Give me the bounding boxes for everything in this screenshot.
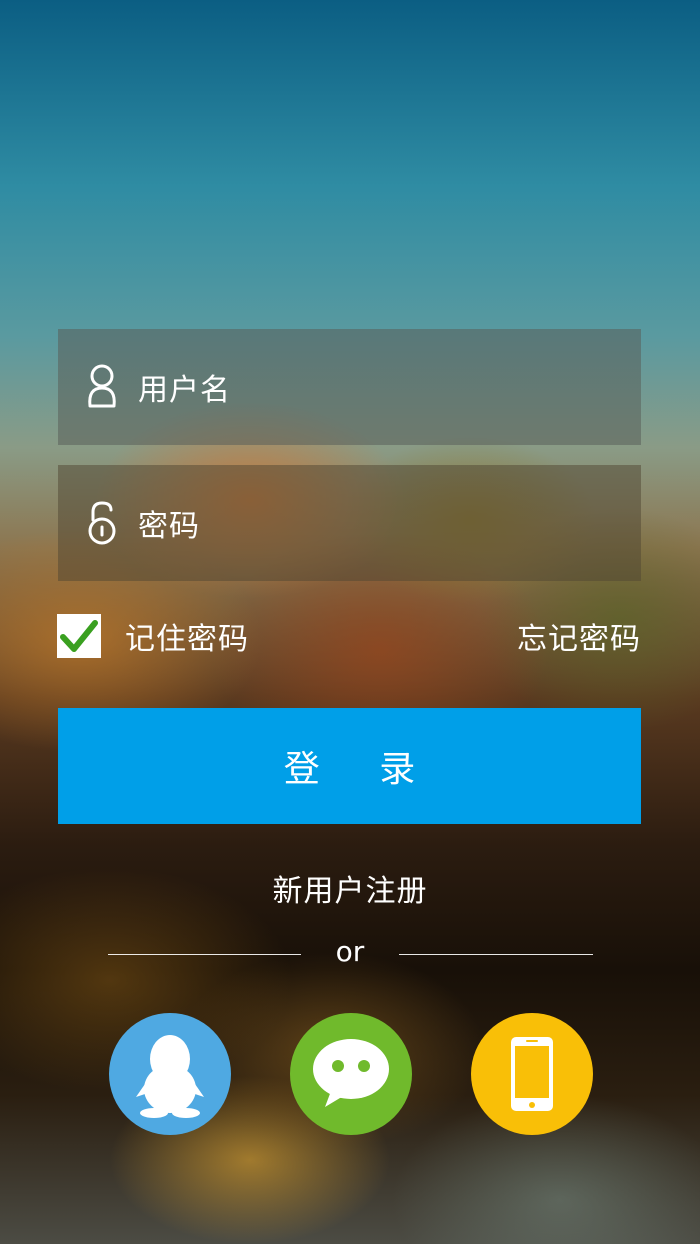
qq-login-button[interactable] <box>109 1013 231 1135</box>
remember-password-option[interactable]: 记住密码 <box>57 614 249 658</box>
checkmark-icon <box>60 620 98 652</box>
remember-password-label: 记住密码 <box>125 622 249 657</box>
wechat-icon <box>313 1039 389 1107</box>
wechat-login-button[interactable] <box>290 1013 412 1135</box>
user-icon <box>82 361 122 413</box>
lock-icon <box>82 497 122 549</box>
username-field[interactable]: 用户名 <box>58 329 641 445</box>
login-button[interactable]: 登 录 <box>58 708 641 824</box>
username-placeholder: 用户名 <box>138 373 231 408</box>
remember-row: 记住密码 忘记密码 <box>57 612 641 660</box>
qq-penguin-icon <box>136 1035 204 1118</box>
remember-checkbox[interactable] <box>57 614 101 658</box>
divider-line-right <box>399 954 593 955</box>
password-placeholder: 密码 <box>138 509 200 544</box>
password-field[interactable]: 密码 <box>58 465 641 581</box>
phone-login-button[interactable] <box>471 1013 593 1135</box>
or-divider: or <box>0 935 700 975</box>
phone-icon <box>511 1037 553 1111</box>
or-label: or <box>335 935 365 968</box>
forgot-password-link[interactable]: 忘记密码 <box>517 614 641 658</box>
register-link[interactable]: 新用户注册 <box>0 866 700 910</box>
